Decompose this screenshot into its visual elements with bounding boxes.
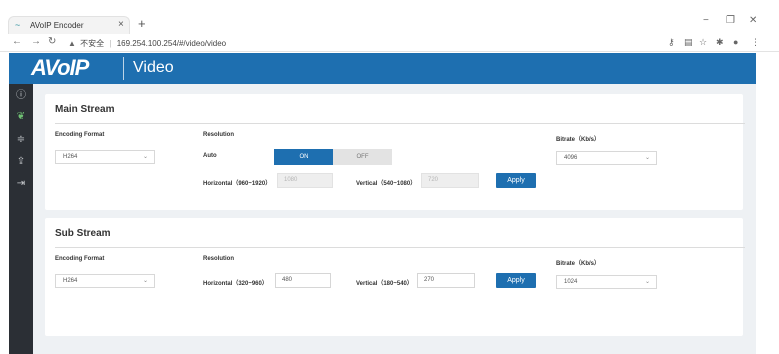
encoding-format-label: Encoding Format <box>55 256 105 262</box>
vertical-input[interactable]: 720 <box>421 173 479 188</box>
auto-off-toggle[interactable]: OFF <box>333 149 392 165</box>
key-icon[interactable]: ⚷ <box>668 37 675 48</box>
bitrate-select[interactable]: 1024 ⌄ <box>556 275 657 289</box>
translate-icon[interactable]: ▤ <box>684 37 693 48</box>
url-field[interactable]: ▲ 不安全 | 169.254.100.254/#/video/video <box>68 38 226 49</box>
bitrate-select[interactable]: 4096 ⌄ <box>556 151 657 165</box>
main-stream-title: Main Stream <box>55 104 115 115</box>
main-stream-card: Main Stream Encoding Format H264 ⌄ Resol… <box>45 94 745 210</box>
bitrate-value: 1024 <box>564 279 578 285</box>
security-label: 不安全 <box>80 39 105 48</box>
apply-button[interactable]: Apply <box>496 273 536 288</box>
encoding-format-label: Encoding Format <box>55 132 105 138</box>
resolution-label: Resolution <box>203 256 234 262</box>
tab-close-icon[interactable]: × <box>118 19 124 30</box>
bitrate-label: Bitrate（Kb/s） <box>556 261 601 267</box>
logout-icon[interactable]: ⇥ <box>9 174 33 194</box>
horizontal-input[interactable]: 1080 <box>277 173 333 188</box>
extensions-icon[interactable]: ✱ <box>716 37 724 48</box>
info-icon[interactable]: ⓘ <box>9 86 33 106</box>
content-area: Main Stream Encoding Format H264 ⌄ Resol… <box>33 84 756 354</box>
encoding-format-value: H264 <box>63 154 78 160</box>
browser-tab[interactable]: ~ AVoIP Encoder × <box>8 16 130 34</box>
star-icon[interactable]: ☆ <box>699 37 707 48</box>
profile-icon[interactable]: ● <box>733 37 738 47</box>
browser-tab-bar: ~ AVoIP Encoder × + − ❐ ✕ <box>0 0 779 34</box>
chevron-down-icon: ⌄ <box>142 278 148 284</box>
divider <box>55 123 745 124</box>
minimize-button[interactable]: − <box>703 15 709 26</box>
page-title: Video <box>133 59 174 76</box>
forward-icon[interactable]: → <box>31 36 41 47</box>
header-divider <box>123 57 124 80</box>
auto-on-toggle[interactable]: ON <box>274 149 334 165</box>
close-window-button[interactable]: ✕ <box>749 15 757 26</box>
horizontal-label: Horizontal（960~1920） <box>203 181 272 187</box>
upload-icon[interactable]: ⇪ <box>9 152 33 172</box>
app-header: AVoIP Video <box>9 53 756 84</box>
address-bar: ← → ↻ ▲ 不安全 | 169.254.100.254/#/video/vi… <box>0 34 779 52</box>
bitrate-value: 4096 <box>564 155 578 161</box>
side-nav: ⓘ ❦ ≑ ⇪ ⇥ <box>9 84 33 354</box>
chevron-down-icon: ⌄ <box>644 279 650 285</box>
encoding-format-value: H264 <box>63 278 78 284</box>
sub-stream-title: Sub Stream <box>55 228 111 239</box>
chevron-down-icon: ⌄ <box>142 154 148 160</box>
url-text: 169.254.100.254/#/video/video <box>116 39 227 48</box>
auto-label: Auto <box>203 153 217 159</box>
vertical-label: Vertical（540~1080） <box>356 181 417 187</box>
back-icon[interactable]: ← <box>12 36 22 47</box>
favicon-icon: ~ <box>15 20 21 30</box>
new-tab-button[interactable]: + <box>138 17 146 31</box>
resolution-label: Resolution <box>203 132 234 138</box>
sliders-icon[interactable]: ≑ <box>9 130 33 150</box>
menu-icon[interactable]: ⋮ <box>751 37 760 48</box>
horizontal-label: Horizontal（320~960） <box>203 281 268 287</box>
vertical-input[interactable]: 270 <box>417 273 475 288</box>
reload-icon[interactable]: ↻ <box>48 36 56 47</box>
divider <box>55 247 745 248</box>
vertical-label: Vertical（180~540） <box>356 281 413 287</box>
restore-button[interactable]: ❐ <box>726 15 735 26</box>
encoding-format-select[interactable]: H264 ⌄ <box>55 274 155 288</box>
warning-icon: ▲ <box>68 39 76 48</box>
encoding-format-select[interactable]: H264 ⌄ <box>55 150 155 164</box>
tab-title: AVoIP Encoder <box>30 21 84 30</box>
apply-button[interactable]: Apply <box>496 173 536 188</box>
leaf-icon[interactable]: ❦ <box>9 107 33 127</box>
horizontal-input[interactable]: 480 <box>275 273 331 288</box>
bitrate-label: Bitrate（Kb/s） <box>556 137 601 143</box>
chevron-down-icon: ⌄ <box>644 155 650 161</box>
sub-stream-card: Sub Stream Encoding Format H264 ⌄ Resolu… <box>45 218 745 336</box>
url-separator: | <box>109 39 112 48</box>
logo: AVoIP <box>31 55 89 80</box>
